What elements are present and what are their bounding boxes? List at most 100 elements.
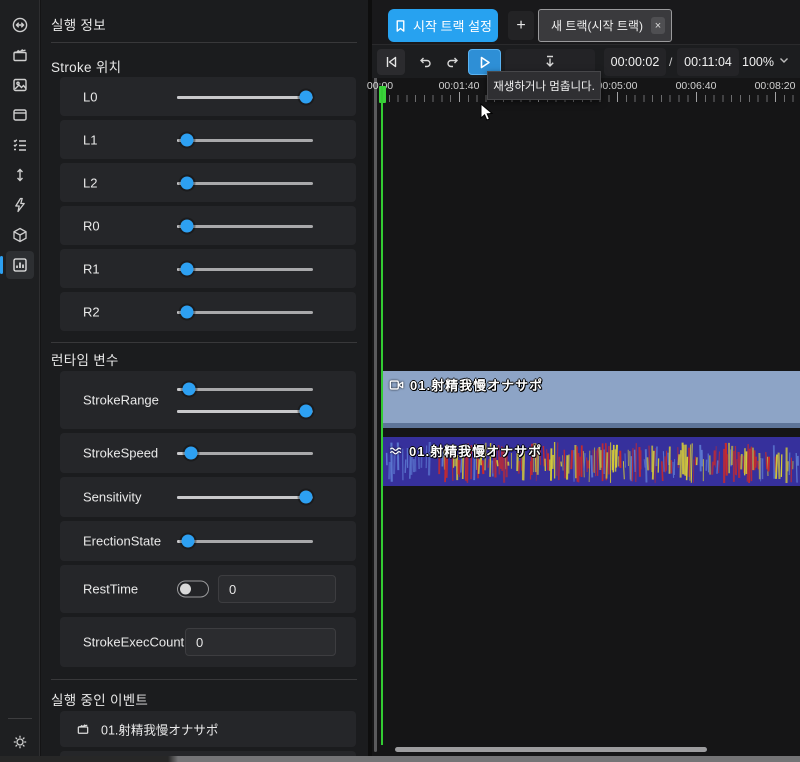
slider-label: L2 (83, 175, 97, 190)
slider-thumb[interactable] (300, 491, 313, 504)
slider-track (177, 139, 313, 142)
vertical-arrows-icon[interactable] (6, 161, 34, 189)
rest-time-toggle[interactable] (177, 581, 209, 598)
slider-row-sensitivity: Sensitivity (60, 477, 356, 517)
rest-time-label: RestTime (83, 582, 138, 597)
horizontal-scrollbar[interactable] (395, 747, 707, 752)
slider-thumb[interactable] (300, 405, 313, 418)
redo-button[interactable] (440, 49, 466, 75)
r0-slider[interactable] (177, 219, 313, 233)
slider-thumb[interactable] (180, 220, 193, 233)
video-track-clip[interactable]: 01.射精我慢オナサポ (383, 371, 800, 428)
sensitivity-slider[interactable] (177, 490, 313, 504)
tab-label: 새 트랙(시작 트랙) (551, 17, 643, 34)
slider-track (177, 388, 313, 391)
panel-title: 실행 정보 (51, 14, 106, 34)
rest-time-input[interactable]: 0 (218, 575, 336, 603)
stroke-range-high-slider[interactable] (177, 404, 313, 418)
slider-track (177, 311, 313, 314)
slider-label: ErectionState (83, 534, 161, 549)
divider (51, 42, 357, 43)
slider-label: R0 (83, 218, 100, 233)
settings-gear-icon[interactable] (6, 728, 34, 756)
runtime-section-title: 런타임 변수 (51, 349, 119, 369)
sidebar-divider (8, 718, 32, 719)
event-item-label: 01.射精我慢オナサポ (101, 720, 218, 739)
vertical-scrollbar[interactable] (374, 52, 377, 752)
timeline-editor: 시작 트랙 설정 + 새 트랙(시작 트랙) × (372, 0, 800, 762)
l2-slider[interactable] (177, 176, 313, 190)
lightning-icon[interactable] (6, 191, 34, 219)
audio-wave-icon (389, 445, 403, 457)
play-tooltip: 재생하거나 멈춥니다. (487, 71, 601, 100)
slider-thumb[interactable] (180, 263, 193, 276)
slider-track (177, 225, 313, 228)
undo-button[interactable] (412, 49, 438, 75)
image-icon[interactable] (6, 71, 34, 99)
slider-thumb[interactable] (184, 447, 197, 460)
clapperboard-icon[interactable] (6, 41, 34, 69)
new-tab-button[interactable]: + (508, 11, 534, 40)
event-list-item[interactable]: 01.射精我慢オナサポ (60, 711, 356, 747)
mouse-cursor (479, 103, 494, 123)
cube-icon[interactable] (6, 221, 34, 249)
chevron-down-icon[interactable] (778, 54, 790, 66)
erection-state-slider[interactable] (177, 534, 313, 548)
skip-to-start-button[interactable] (377, 49, 405, 75)
slider-row-stroke-speed: StrokeSpeed (60, 433, 356, 473)
bar-chart-icon[interactable] (6, 251, 34, 279)
slider-label: R2 (83, 304, 100, 319)
checklist-icon[interactable] (6, 131, 34, 159)
clip-label: 01.射精我慢オナサポ (409, 441, 542, 460)
zoom-level-value[interactable]: 100% (742, 48, 774, 76)
slider-fill (177, 496, 306, 499)
stroke-exec-count-input[interactable]: 0 (185, 628, 336, 656)
start-track-settings-button[interactable]: 시작 트랙 설정 (388, 9, 498, 42)
stroke-exec-count-label: StrokeExecCount (83, 635, 184, 650)
playhead-line (381, 86, 383, 745)
ruler-label: 00:08:20 (755, 80, 796, 92)
slider-thumb[interactable] (180, 306, 193, 319)
tab-new-track[interactable]: 새 트랙(시작 트랙) × (538, 9, 672, 42)
slider-row-l0: L0 (60, 77, 356, 116)
time-separator: / (669, 48, 672, 76)
toggle-knob (180, 584, 191, 595)
l1-slider[interactable] (177, 133, 313, 147)
events-section-title: 실행 중인 이벤트 (51, 689, 148, 709)
slider-row-r1: R1 (60, 249, 356, 288)
current-time-display[interactable]: 00:00:02 (604, 48, 666, 76)
stroke-speed-slider[interactable] (177, 446, 313, 460)
l0-slider[interactable] (177, 90, 313, 104)
stroke-range-low-slider[interactable] (177, 382, 313, 396)
slider-track (177, 182, 313, 185)
bookmark-icon (394, 19, 407, 33)
execution-info-panel: 실행 정보 Stroke 위치 L0 L1 L2 R0 (41, 0, 368, 762)
slider-thumb[interactable] (180, 177, 193, 190)
stroke-section-title: Stroke 위치 (51, 56, 121, 76)
slider-label: L0 (83, 89, 97, 104)
audio-track-clip[interactable]: 01.射精我慢オナサポ (383, 437, 800, 486)
slider-label: StrokeSpeed (83, 446, 158, 461)
ruler-label: 00:01:40 (439, 80, 480, 92)
tab-close-icon[interactable]: × (651, 17, 665, 34)
slider-row-l1: L1 (60, 120, 356, 159)
media-circle-icon[interactable] (6, 11, 34, 39)
r1-slider[interactable] (177, 262, 313, 276)
slider-thumb[interactable] (300, 91, 313, 104)
slider-row-erection-state: ErectionState (60, 521, 356, 561)
slider-track (177, 540, 313, 543)
ruler-label: 00:05:00 (597, 80, 638, 92)
r2-slider[interactable] (177, 305, 313, 319)
slider-thumb[interactable] (181, 535, 194, 548)
window-icon[interactable] (6, 101, 34, 129)
total-time-display: 00:11:04 (677, 48, 739, 76)
slider-fill (177, 410, 306, 413)
slider-thumb[interactable] (180, 134, 193, 147)
video-icon (389, 379, 404, 391)
slider-label: StrokeRange (83, 393, 159, 408)
slider-label: R1 (83, 261, 100, 276)
slider-fill (177, 96, 306, 99)
window-bottom-edge (0, 756, 800, 762)
clip-label: 01.射精我慢オナサポ (410, 375, 543, 394)
slider-thumb[interactable] (183, 383, 196, 396)
